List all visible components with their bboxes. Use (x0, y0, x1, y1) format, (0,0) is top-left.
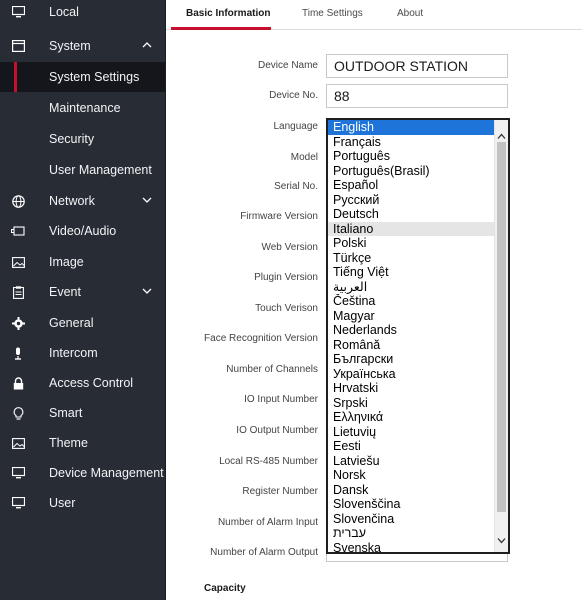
device-name-label: Device Name (257, 60, 318, 71)
sidebar-item-maintenance[interactable]: Maintenance (0, 93, 166, 123)
dropdown-scrollbar[interactable] (494, 120, 508, 552)
sidebar-item-system-settings[interactable]: System Settings (0, 62, 166, 92)
sidebar-item-user[interactable]: User (0, 488, 166, 518)
register-label: Register Number (242, 486, 318, 497)
language-option[interactable]: Български (328, 352, 494, 367)
language-option[interactable]: Español (328, 178, 494, 193)
globe-icon (11, 194, 25, 208)
language-option[interactable]: Čeština (328, 294, 494, 309)
io-input-label: IO Input Number (244, 394, 318, 405)
language-option[interactable]: Română (328, 338, 494, 353)
capacity-section-title: Capacity (204, 583, 246, 594)
model-label: Model (290, 152, 318, 163)
language-label: Language (273, 121, 319, 132)
language-option[interactable]: Latviešu (328, 454, 494, 469)
scroll-up-icon[interactable] (497, 128, 506, 139)
language-option[interactable]: Norsk (328, 468, 494, 483)
serial-label: Serial No. (274, 181, 318, 192)
sidebar-item-event[interactable]: Event (0, 277, 166, 307)
chevron-down-icon (141, 285, 155, 299)
camera-icon (11, 224, 25, 238)
language-option[interactable]: Magyar (328, 309, 494, 324)
chevron-up-icon (141, 39, 155, 53)
language-option[interactable]: Ελληνικά (328, 410, 494, 425)
active-tab-indicator (171, 27, 271, 30)
scrollbar-thumb[interactable] (497, 142, 506, 512)
sidebar-item-security[interactable]: Security (0, 124, 166, 154)
device-no-input[interactable]: 88 (326, 84, 508, 108)
microphone-icon (11, 346, 25, 360)
language-option[interactable]: Slovenčina (328, 512, 494, 527)
language-option[interactable]: Polski (328, 236, 494, 251)
sidebar-item-smart[interactable]: Smart (0, 398, 166, 428)
sidebar-item-image[interactable]: Image (0, 247, 166, 277)
language-option[interactable]: Lietuvių (328, 425, 494, 440)
lock-icon (11, 376, 25, 390)
monitor-icon (11, 466, 25, 480)
face-recognition-label: Face Recognition Version (204, 333, 318, 344)
tab-time-settings[interactable]: Time Settings (302, 8, 363, 19)
language-option[interactable]: Português(Brasil) (328, 164, 494, 179)
language-option[interactable]: Svenska (328, 541, 494, 553)
monitor-icon (11, 5, 25, 19)
window-icon (11, 39, 25, 53)
language-option[interactable]: Français (328, 135, 494, 150)
language-option[interactable]: Türkçe (328, 251, 494, 266)
tab-basic-information[interactable]: Basic Information (186, 8, 270, 19)
language-option[interactable]: Eesti (328, 439, 494, 454)
gear-icon (11, 316, 25, 330)
language-option[interactable]: Nederlands (328, 323, 494, 338)
language-option[interactable]: العربية (328, 280, 494, 295)
language-option[interactable]: Українська (328, 367, 494, 382)
language-option[interactable]: Deutsch (328, 207, 494, 222)
sidebar-item-device-management[interactable]: Device Management (0, 458, 166, 488)
language-option[interactable]: Slovenščina (328, 497, 494, 512)
sidebar-item-network[interactable]: Network (0, 186, 166, 216)
sidebar-item-intercom[interactable]: Intercom (0, 338, 166, 368)
web-version-label: Web Version (261, 242, 318, 253)
language-option[interactable]: Hrvatski (328, 381, 494, 396)
channels-label: Number of Channels (226, 364, 318, 375)
alarm-output-label: Number of Alarm Output (210, 547, 318, 558)
language-dropdown-list[interactable]: English Français Português Português(Brasil… (326, 118, 510, 554)
sidebar-item-video-audio[interactable]: Video/Audio (0, 216, 166, 246)
language-options: English Français Português Português(Brasil… (328, 120, 494, 553)
sidebar-item-system[interactable]: System (0, 31, 166, 61)
bulb-icon (11, 406, 25, 420)
language-option[interactable]: Dansk (328, 483, 494, 498)
language-option[interactable]: English (328, 120, 494, 135)
image-icon (11, 436, 25, 450)
device-no-label: Device No. (269, 90, 318, 101)
firmware-label: Firmware Version (240, 211, 318, 222)
chevron-down-icon (141, 194, 155, 208)
clipboard-icon (11, 285, 25, 299)
image-icon (11, 255, 25, 269)
sidebar-nav: Local System System Settings Maintenance… (0, 0, 166, 600)
device-name-input[interactable]: OUTDOOR STATION (326, 54, 508, 78)
sidebar-item-local[interactable]: Local (0, 0, 166, 26)
plugin-version-label: Plugin Version (254, 272, 318, 283)
rs485-label: Local RS-485 Number (219, 456, 318, 467)
monitor-icon (11, 496, 25, 510)
sidebar-item-theme[interactable]: Theme (0, 428, 166, 458)
sidebar-item-user-management[interactable]: User Management (0, 155, 166, 185)
io-output-label: IO Output Number (236, 425, 318, 436)
language-option[interactable]: עברית (328, 526, 494, 541)
alarm-input-label: Number of Alarm Input (217, 517, 318, 528)
tab-bar: Basic Information Time Settings About (166, 0, 582, 30)
scroll-down-icon[interactable] (497, 532, 506, 544)
tab-about[interactable]: About (397, 8, 423, 19)
language-option[interactable]: Italiano (328, 221, 494, 236)
sidebar-item-general[interactable]: General (0, 308, 166, 338)
language-option[interactable]: Русский (328, 193, 494, 208)
language-option[interactable]: Português (328, 149, 494, 164)
sidebar-item-access-control[interactable]: Access Control (0, 368, 166, 398)
language-option[interactable]: Tiếng Việt (328, 265, 494, 280)
language-option[interactable]: Srpski (328, 396, 494, 411)
touch-version-label: Touch Verison (255, 303, 318, 314)
